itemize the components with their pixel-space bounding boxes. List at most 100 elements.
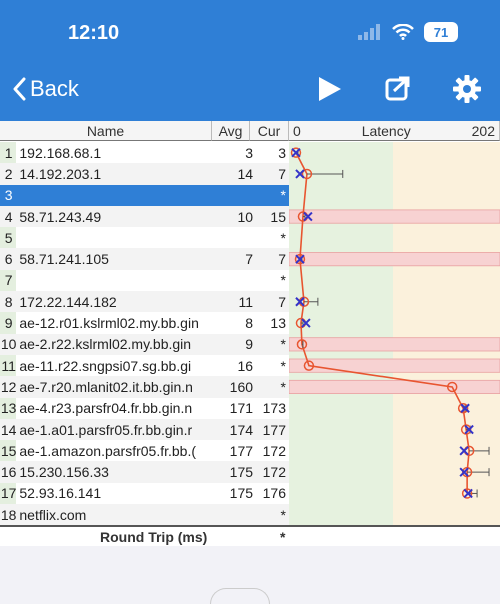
chevron-left-icon — [13, 77, 26, 101]
hop-host: ae-11.r22.sngpsi07.sg.bb.gi — [19, 357, 192, 374]
hop-cur: 3 — [278, 144, 286, 161]
column-header-cur[interactable]: Cur — [250, 121, 289, 141]
footer-row: Round Trip (ms) * — [0, 525, 500, 546]
hop-row[interactable]: 9 ae-12.r01.kslrml02.my.bb.gin 8 13 — [0, 312, 290, 333]
hop-cur: * — [280, 187, 286, 204]
column-header-name[interactable]: Name — [0, 121, 212, 141]
hop-number: 13 — [0, 400, 17, 417]
hop-row[interactable]: 3 * — [0, 184, 290, 206]
hop-row[interactable]: 5 * — [0, 227, 290, 248]
latency-axis-min: 0 — [293, 122, 301, 139]
hop-avg: 9 — [245, 336, 254, 353]
hop-number: 16 — [0, 464, 17, 481]
battery-level: 71 — [433, 24, 449, 40]
hop-host: ae-1.a01.parsfr05.fr.bb.gin.r — [19, 421, 193, 438]
packet-loss-band — [289, 379, 500, 395]
hop-number: 6 — [4, 251, 13, 268]
hop-row[interactable]: 13 ae-4.r23.parsfr04.fr.bb.gin.n 171 173 — [0, 398, 290, 419]
footer-cur: * — [280, 529, 286, 545]
hop-cur: * — [280, 336, 286, 353]
latency-chart — [289, 142, 500, 525]
latency-axis-max: 202 — [471, 122, 495, 139]
hop-cur: 172 — [262, 464, 286, 481]
hop-host: 58.71.241.105 — [19, 251, 109, 268]
hop-number: 7 — [4, 272, 13, 289]
play-button[interactable] — [314, 74, 344, 104]
hop-host: 172.22.144.182 — [19, 293, 117, 310]
hop-number: 11 — [1, 357, 16, 374]
status-time: 12:10 — [68, 22, 120, 44]
hop-avg: 175 — [229, 485, 254, 502]
hop-avg: 8 — [245, 315, 254, 332]
hop-avg: 160 — [229, 378, 254, 395]
hop-host: 15.230.156.33 — [19, 464, 109, 481]
share-button[interactable] — [384, 74, 414, 104]
hop-avg: 11 — [238, 293, 254, 310]
hop-row[interactable]: 2 14.192.203.1 14 7 — [0, 163, 290, 185]
hop-cur: * — [280, 357, 286, 374]
battery-icon: 71 — [424, 22, 458, 42]
hop-number: 3 — [4, 187, 13, 204]
home-indicator — [210, 588, 270, 604]
hop-row[interactable]: 7 * — [0, 270, 290, 291]
packet-loss-band — [289, 358, 500, 373]
hop-cur: 7 — [278, 165, 286, 182]
gear-icon — [453, 75, 481, 103]
hop-avg: 174 — [229, 421, 254, 438]
hop-number: 5 — [4, 229, 13, 246]
hop-host: 58.71.243.49 — [19, 208, 102, 225]
hop-row[interactable]: 16 15.230.156.33 175 172 — [0, 461, 290, 483]
hop-row[interactable]: 8 172.22.144.182 11 7 — [0, 291, 290, 313]
status-icons: 71 — [358, 22, 458, 42]
hop-cur: 7 — [278, 251, 286, 268]
hop-host: ae-12.r01.kslrml02.my.bb.gin — [19, 315, 199, 332]
hop-cur: 15 — [270, 208, 286, 225]
hop-list: 1 192.168.68.1 3 3 2 14.192.203.1 14 7 3 * 4 58.71.… — [0, 142, 290, 526]
hop-cur: * — [280, 229, 286, 246]
hop-number: 12 — [0, 378, 17, 395]
hop-cur: * — [280, 378, 286, 395]
hop-number: 9 — [4, 315, 13, 332]
hop-row[interactable]: 15 ae-1.amazon.parsfr05.fr.bb.(177 172 — [0, 440, 290, 461]
hop-avg: 177 — [229, 442, 254, 459]
hop-number: 1 — [4, 144, 13, 161]
footer-label: Round Trip (ms) — [100, 529, 208, 545]
hop-host: ae-2.r22.kslrml02.my.bb.gin — [19, 336, 192, 353]
hop-avg: 10 — [237, 208, 254, 225]
hop-avg: 3 — [245, 144, 254, 161]
hop-row[interactable]: 4 58.71.243.49 10 15 — [0, 205, 290, 228]
hop-row[interactable]: 1 192.168.68.1 3 3 — [0, 142, 290, 163]
hop-row[interactable]: 17 52.93.16.141 175 176 — [0, 483, 290, 504]
hop-number: 17 — [0, 485, 17, 502]
app-header: 12:10 71 Back — [0, 0, 500, 121]
hop-row[interactable]: 12 ae-7.r20.mlanit02.it.bb.gin.n 160 * — [0, 376, 290, 398]
hop-number: 14 — [0, 421, 17, 438]
hop-row[interactable]: 14 ae-1.a01.parsfr05.fr.bb.gin.r 174 177 — [0, 418, 290, 441]
packet-loss-band — [289, 209, 500, 224]
column-header-latency: 0 Latency 202 — [289, 121, 500, 141]
hop-number: 15 — [0, 442, 17, 459]
hop-host: ae-7.r20.mlanit02.it.bb.gin.n — [19, 378, 193, 395]
hop-host: 52.93.16.141 — [19, 485, 102, 502]
share-icon — [385, 76, 410, 101]
packet-loss-band — [289, 252, 500, 267]
hop-host: ae-4.r23.parsfr04.fr.bb.gin.n — [19, 400, 193, 417]
hop-cur: 176 — [262, 485, 286, 502]
back-button[interactable]: Back — [12, 76, 79, 102]
traceroute-table: Name Avg Cur 0 Latency 202 1 192.168.68.1… — [0, 121, 500, 546]
hop-host: netflix.com — [19, 506, 87, 523]
hop-cur: 177 — [262, 421, 286, 438]
hop-row[interactable]: 11 ae-11.r22.sngpsi07.sg.bb.gi 16 * — [0, 355, 290, 376]
hop-number: 10 — [0, 336, 17, 353]
hop-row[interactable]: 10 ae-2.r22.kslrml02.my.bb.gin 9 * — [0, 333, 290, 355]
hop-avg: 175 — [229, 464, 254, 481]
hop-host: 192.168.68.1 — [19, 144, 102, 161]
hop-row[interactable]: 6 58.71.241.105 7 7 — [0, 248, 290, 270]
settings-button[interactable] — [452, 74, 482, 104]
hop-number: 4 — [4, 208, 13, 225]
hop-row[interactable]: 18 netflix.com * — [0, 504, 290, 526]
hop-avg: 171 — [229, 400, 254, 417]
back-label: Back — [30, 76, 79, 101]
wifi-icon — [392, 24, 414, 40]
column-header-avg[interactable]: Avg — [212, 121, 250, 141]
